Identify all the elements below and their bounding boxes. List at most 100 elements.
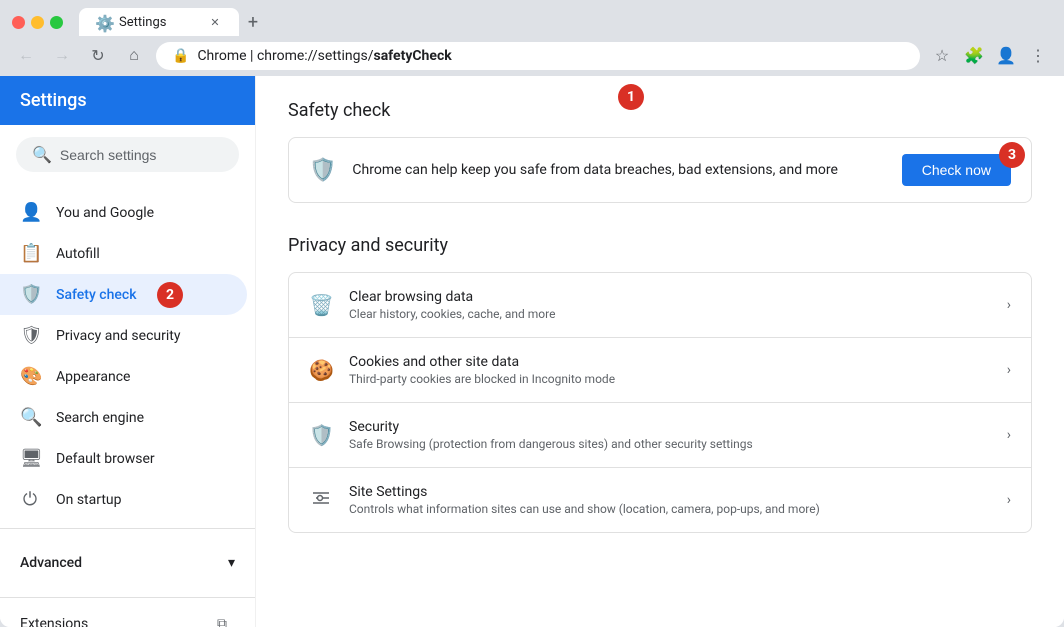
address-path: chrome://settings/safetyCheck xyxy=(257,48,452,64)
security-content: Security Safe Browsing (protection from … xyxy=(349,419,991,451)
annotation-badge-3: 3 xyxy=(999,142,1025,168)
close-window-button[interactable] xyxy=(12,16,25,29)
window-controls xyxy=(12,16,63,29)
extensions-button[interactable]: 🧩 xyxy=(960,42,988,70)
privacy-icon: 🛡 xyxy=(20,325,40,346)
clear-browsing-desc: Clear history, cookies, cache, and more xyxy=(349,307,991,321)
address-text: Chrome | chrome://settings/safetyCheck xyxy=(197,48,904,64)
advanced-section: Advanced ▾ xyxy=(0,537,255,589)
privacy-security-section: Privacy and security 🗑️ Clear browsing d… xyxy=(288,235,1032,533)
new-tab-button[interactable]: + xyxy=(239,8,267,36)
security-shield-icon: 🛡️ xyxy=(309,423,333,447)
clear-browsing-content: Clear browsing data Clear history, cooki… xyxy=(349,289,991,321)
home-button[interactable]: ⌂ xyxy=(120,42,148,70)
sidebar-label-default-browser: Default browser xyxy=(56,451,155,467)
default-browser-icon: 🖥 xyxy=(20,448,40,469)
sidebar-label-you-and-google: You and Google xyxy=(56,205,154,221)
minimize-window-button[interactable] xyxy=(31,16,44,29)
site-settings-desc: Controls what information sites can use … xyxy=(349,502,991,516)
sidebar-label-autofill: Autofill xyxy=(56,246,100,262)
safety-card-text: Chrome can help keep you safe from data … xyxy=(352,162,885,178)
arrow-icon-2: › xyxy=(1007,427,1011,443)
appearance-icon: 🎨 xyxy=(20,366,40,387)
sidebar-item-search-engine[interactable]: 🔍 Search engine xyxy=(0,397,247,438)
sidebar-divider-2 xyxy=(0,597,255,598)
search-input[interactable] xyxy=(60,147,223,163)
autofill-icon: 📋 xyxy=(20,243,40,264)
site-settings-item[interactable]: Site Settings Controls what information … xyxy=(289,468,1031,532)
cookies-content: Cookies and other site data Third-party … xyxy=(349,354,991,386)
address-bar[interactable]: 🔒 Chrome | chrome://settings/safetyCheck… xyxy=(156,42,920,70)
toolbar-actions: ☆ 🧩 👤 ⋮ xyxy=(928,42,1052,70)
cookies-title: Cookies and other site data xyxy=(349,354,991,370)
sidebar-divider-1 xyxy=(0,528,255,529)
forward-button[interactable]: → xyxy=(48,42,76,70)
title-bar: ⚙️ Settings ✕ + xyxy=(0,0,1064,36)
safety-check-card: 🛡️ Chrome can help keep you safe from da… xyxy=(288,137,1032,203)
external-link-icon: ⧉ xyxy=(217,616,227,627)
sidebar-item-autofill[interactable]: 📋 Autofill xyxy=(0,233,247,274)
privacy-security-title: Privacy and security xyxy=(288,235,1032,256)
settings-tab[interactable]: ⚙️ Settings ✕ xyxy=(79,8,239,36)
safety-icon: 🛡️ xyxy=(20,284,40,305)
chevron-down-icon: ▾ xyxy=(228,555,235,571)
toolbar: ← → ↻ ⌂ 🔒 Chrome | chrome://settings/saf… xyxy=(0,36,1064,76)
person-icon: 👤 xyxy=(20,202,40,223)
menu-button[interactable]: ⋮ xyxy=(1024,42,1052,70)
bookmark-button[interactable]: ☆ xyxy=(928,42,956,70)
sidebar-label-extensions: Extensions xyxy=(20,616,88,627)
advanced-toggle[interactable]: Advanced ▾ xyxy=(20,545,235,581)
main-area: Settings 🔍 👤 You and Google 📋 Autofill xyxy=(0,76,1064,627)
cookies-icon: 🍪 xyxy=(309,358,333,382)
security-item[interactable]: 🛡️ Security Safe Browsing (protection fr… xyxy=(289,403,1031,468)
annotation-badge-2: 2 xyxy=(157,282,183,308)
site-settings-icon xyxy=(309,488,333,513)
safety-shield-icon: 🛡️ xyxy=(309,158,336,183)
site-settings-content: Site Settings Controls what information … xyxy=(349,484,991,516)
arrow-icon-3: › xyxy=(1007,492,1011,508)
clear-browsing-data-item[interactable]: 🗑️ Clear browsing data Clear history, co… xyxy=(289,273,1031,338)
sidebar-item-safety-check[interactable]: 🛡️ Safety check 2 xyxy=(0,274,247,315)
reload-button[interactable]: ↻ xyxy=(84,42,112,70)
tab-settings-icon: ⚙️ xyxy=(95,14,111,30)
advanced-label: Advanced xyxy=(20,555,82,571)
browser-frame: ⚙️ Settings ✕ + ← → ↻ ⌂ 🔒 Chrome | chrom… xyxy=(0,0,1064,627)
sidebar-nav: 👤 You and Google 📋 Autofill 🛡️ Safety ch… xyxy=(0,184,255,627)
sidebar-label-safety-check: Safety check xyxy=(56,287,137,303)
tab-close-button[interactable]: ✕ xyxy=(207,14,223,30)
sidebar-item-you-and-google[interactable]: 👤 You and Google xyxy=(0,192,247,233)
on-startup-icon: ⏻ xyxy=(20,489,40,510)
sidebar-label-on-startup: On startup xyxy=(56,492,122,508)
search-box[interactable]: 🔍 xyxy=(16,137,239,172)
sidebar-item-privacy-and-security[interactable]: 🛡 Privacy and security xyxy=(0,315,247,356)
address-separator: | xyxy=(247,48,257,64)
sidebar-item-appearance[interactable]: 🎨 Appearance xyxy=(0,356,247,397)
cookies-item[interactable]: 🍪 Cookies and other site data Third-part… xyxy=(289,338,1031,403)
sidebar-title: Settings xyxy=(20,90,87,111)
content-area: Safety check 🛡️ Chrome can help keep you… xyxy=(256,76,1064,627)
clear-browsing-title: Clear browsing data xyxy=(349,289,991,305)
safety-check-section: Safety check 🛡️ Chrome can help keep you… xyxy=(288,100,1032,203)
security-title: Security xyxy=(349,419,991,435)
arrow-icon-1: › xyxy=(1007,362,1011,378)
security-desc: Safe Browsing (protection from dangerous… xyxy=(349,437,991,451)
address-domain: Chrome xyxy=(197,48,246,64)
sidebar-item-extensions[interactable]: Extensions ⧉ xyxy=(0,606,247,627)
security-icon: 🔒 xyxy=(172,48,189,64)
arrow-icon-0: › xyxy=(1007,297,1011,313)
sidebar-item-default-browser[interactable]: 🖥 Default browser xyxy=(0,438,247,479)
maximize-window-button[interactable] xyxy=(50,16,63,29)
cookies-desc: Third-party cookies are blocked in Incog… xyxy=(349,372,991,386)
sidebar: Settings 🔍 👤 You and Google 📋 Autofill xyxy=(0,76,256,627)
tab-title: Settings xyxy=(119,15,199,30)
sidebar-label-search-engine: Search engine xyxy=(56,410,144,426)
sidebar-label-privacy-and-security: Privacy and security xyxy=(56,328,180,344)
sidebar-item-on-startup[interactable]: ⏻ On startup xyxy=(0,479,247,520)
privacy-security-card: 🗑️ Clear browsing data Clear history, co… xyxy=(288,272,1032,533)
back-button[interactable]: ← xyxy=(12,42,40,70)
search-engine-icon: 🔍 xyxy=(20,407,40,428)
safety-check-title: Safety check xyxy=(288,100,1032,121)
profile-button[interactable]: 👤 xyxy=(992,42,1020,70)
check-now-button[interactable]: Check now xyxy=(902,154,1011,186)
sidebar-header: Settings xyxy=(0,76,255,125)
